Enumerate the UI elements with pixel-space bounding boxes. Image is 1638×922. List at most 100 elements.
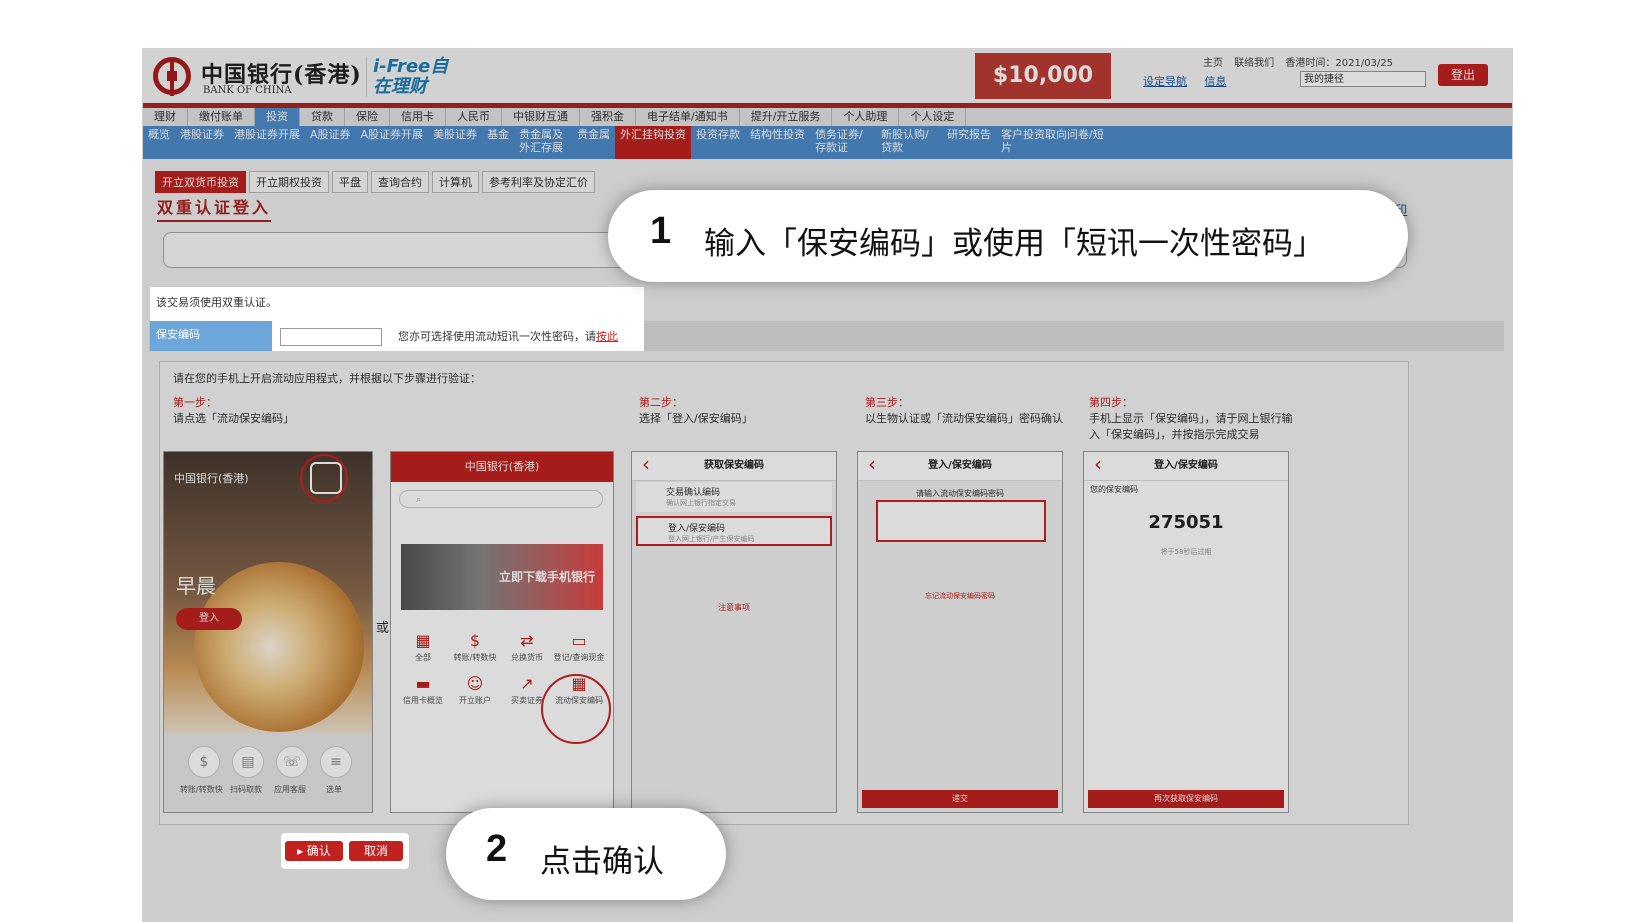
cancel-button[interactable]: 取消: [349, 841, 403, 861]
nav-item-active[interactable]: 投资: [255, 108, 300, 126]
password-field[interactable]: [876, 500, 1046, 542]
subnav-item[interactable]: A股证券: [305, 126, 356, 159]
action-buttons: ▸ 确认 取消: [281, 833, 409, 869]
icon-label: 转账/转数快: [180, 785, 223, 794]
tab-query-contract[interactable]: 查询合约: [371, 171, 429, 193]
nav-item[interactable]: 贷款: [300, 108, 345, 126]
browser-screenshot: 中国银行(香港) BANK OF CHINA i-Free自在理财 $10,00…: [142, 48, 1513, 922]
top-links: 主页 联络我们 香港时间：2021/03/25: [1203, 54, 1401, 69]
step1-text: 第一步： 请点选「流动保安编码」: [173, 395, 393, 427]
nav-item[interactable]: 信用卡: [390, 108, 446, 126]
phone-app-menu: 中国银行(香港) ⌕ 立即下载手机银行 ▦ 全部 $ 转账/转数快 ⇄ 兑换货币 ▭ 登记/查…: [390, 451, 614, 813]
subnav-item[interactable]: 债务证券/存款证: [810, 126, 876, 159]
nav-item[interactable]: 电子结单/通知书: [636, 108, 740, 126]
icon-label: 扫码取款: [230, 785, 262, 794]
tab-open-option[interactable]: 开立期权投资: [249, 171, 329, 193]
menu-icon[interactable]: ≡: [320, 746, 352, 778]
feature-label: 信用卡概览: [403, 696, 443, 705]
subnav-item[interactable]: 客户投资取向问卷/短片: [996, 126, 1116, 159]
subnav-item[interactable]: 结构性投资: [745, 126, 810, 159]
shortcut-select[interactable]: 我的捷径: [1300, 71, 1426, 87]
submit-button[interactable]: 递交: [862, 790, 1058, 808]
subnav-item-active[interactable]: 外汇挂钩投资: [615, 126, 692, 159]
icon-label: 选单: [326, 785, 342, 794]
transfer-icon[interactable]: $: [188, 746, 220, 778]
forgot-password-link[interactable]: 忘记流动保安编码密码: [858, 588, 1062, 604]
row-transaction-confirm[interactable]: 交易确认编码 确认网上银行指定交易: [636, 482, 832, 512]
subnav-item[interactable]: 港股证券开展: [229, 126, 305, 159]
hk-time: 香港时间：2021/03/25: [1285, 58, 1394, 69]
link-home[interactable]: 主页: [1203, 58, 1223, 69]
tab-reference-rates[interactable]: 参考利率及协定汇价: [482, 171, 595, 193]
feature-exchange[interactable]: ⇄ 兑换货币: [501, 630, 553, 663]
promo-banner[interactable]: $10,000: [975, 53, 1111, 99]
phone-show-code: 登入/保安编码 您的保安编码 275051 将于58秒后过期 再次获取保安编码: [1083, 451, 1289, 813]
subnav-item[interactable]: 概览: [143, 126, 175, 159]
highlight-circle: [541, 674, 611, 744]
sms-otp-link[interactable]: 按此: [596, 330, 618, 343]
nav-item[interactable]: 人民币: [446, 108, 502, 126]
feature-label: 全部: [415, 653, 431, 662]
qr-withdraw-icon[interactable]: ▤: [232, 746, 264, 778]
transfer-icon: $: [469, 631, 481, 650]
tab-calculator[interactable]: 计算机: [432, 171, 479, 193]
greeting: 早晨: [176, 574, 216, 598]
product-tabs: 开立双货币投资 开立期权投资 平盘 查询合约 计算机 参考利率及协定汇价: [155, 171, 598, 193]
subnav-item[interactable]: 贵金属及外汇存展: [514, 126, 572, 159]
link-nav-settings[interactable]: 设定导航: [1143, 75, 1187, 88]
subnav-item[interactable]: 美股证券: [428, 126, 482, 159]
feature-cash[interactable]: ▭ 登记/查询现金: [553, 630, 605, 663]
feature-credit-card[interactable]: ▬ 信用卡概览: [397, 673, 449, 706]
sub-nav: 概览 港股证券 港股证券开展 A股证券 A股证券开展 美股证券 基金 贵金属及外汇存展贵金属外…: [143, 126, 1512, 159]
callout-1-text: 输入「保安编码」或使用「短讯一次性密码」: [704, 226, 1324, 262]
subnav-item[interactable]: A股证券开展: [356, 126, 429, 159]
row-title: 登入/保安编码: [668, 524, 726, 534]
nav-item[interactable]: 个人设定: [899, 108, 967, 126]
confirm-button[interactable]: ▸ 确认: [285, 841, 343, 861]
card-icon: ▬: [415, 674, 431, 693]
notes-link[interactable]: 注意事项: [632, 600, 836, 616]
subnav-item[interactable]: 研究报告: [942, 126, 996, 159]
confirm-label: 确认: [306, 844, 331, 858]
logout-button[interactable]: 登出: [1438, 64, 1488, 86]
nav-item[interactable]: 个人助理: [832, 108, 900, 126]
subnav-item[interactable]: 贵金属: [572, 126, 615, 159]
screen-title: 登入/保安编码: [1084, 452, 1288, 481]
row-sub: 登入网上银行/产生保安编码: [668, 535, 755, 543]
feature-label: 买卖证券: [511, 696, 543, 705]
user-icon: ☺: [466, 674, 484, 693]
ifree-brand: i-Free自在理财: [366, 57, 463, 97]
nav-item[interactable]: 中银财互通: [502, 108, 580, 126]
regenerate-code-button[interactable]: 再次获取保安编码: [1088, 790, 1284, 808]
subnav-item[interactable]: 港股证券: [175, 126, 229, 159]
feature-open-account[interactable]: ☺ 开立账户: [449, 673, 501, 706]
row-title: 交易确认编码: [666, 488, 721, 498]
app-search-input[interactable]: ⌕: [399, 490, 603, 508]
download-banner[interactable]: 立即下载手机银行: [401, 544, 603, 610]
nav-item[interactable]: 保险: [345, 108, 390, 126]
app-login-button[interactable]: 登入: [176, 608, 242, 630]
row-login-code[interactable]: 登入/保安编码 登入网上银行/产生保安编码: [636, 516, 832, 546]
link-contact[interactable]: 联络我们: [1234, 58, 1274, 69]
feature-label: 转账/转数快: [453, 653, 497, 662]
feature-all[interactable]: ▦ 全部: [397, 630, 449, 663]
subnav-item[interactable]: 新股认购/贷款: [876, 126, 942, 159]
step1-desc: 请点选「流动保安编码」: [173, 412, 294, 425]
nav-item[interactable]: 缴付账单: [188, 108, 255, 126]
tab-open-dual-currency[interactable]: 开立双货币投资: [155, 171, 246, 193]
nav-item[interactable]: 强积金: [580, 108, 636, 126]
support-icon[interactable]: ☏: [276, 746, 308, 778]
feature-label: 开立账户: [459, 696, 491, 705]
step2-desc: 选择「登入/保安编码」: [639, 412, 753, 425]
nav-item[interactable]: 提升/开立服务: [740, 108, 833, 126]
step4-desc: 手机上显示「保安编码」，请于网上银行输入「保安编码」，并按指示完成交易: [1089, 412, 1293, 441]
security-code-input[interactable]: [280, 328, 382, 346]
subnav-item[interactable]: 投资存款: [691, 126, 745, 159]
security-code-label: 保安编码: [156, 328, 200, 341]
feature-transfer[interactable]: $ 转账/转数快: [449, 630, 501, 663]
link-messages[interactable]: 信息: [1205, 75, 1227, 88]
nav-item[interactable]: 理财: [143, 108, 188, 126]
tab-close-position[interactable]: 平盘: [332, 171, 368, 193]
subnav-item[interactable]: 基金: [482, 126, 514, 159]
step3-text: 第三步： 以生物认证或「流动保安编码」密码确认: [865, 395, 1075, 427]
